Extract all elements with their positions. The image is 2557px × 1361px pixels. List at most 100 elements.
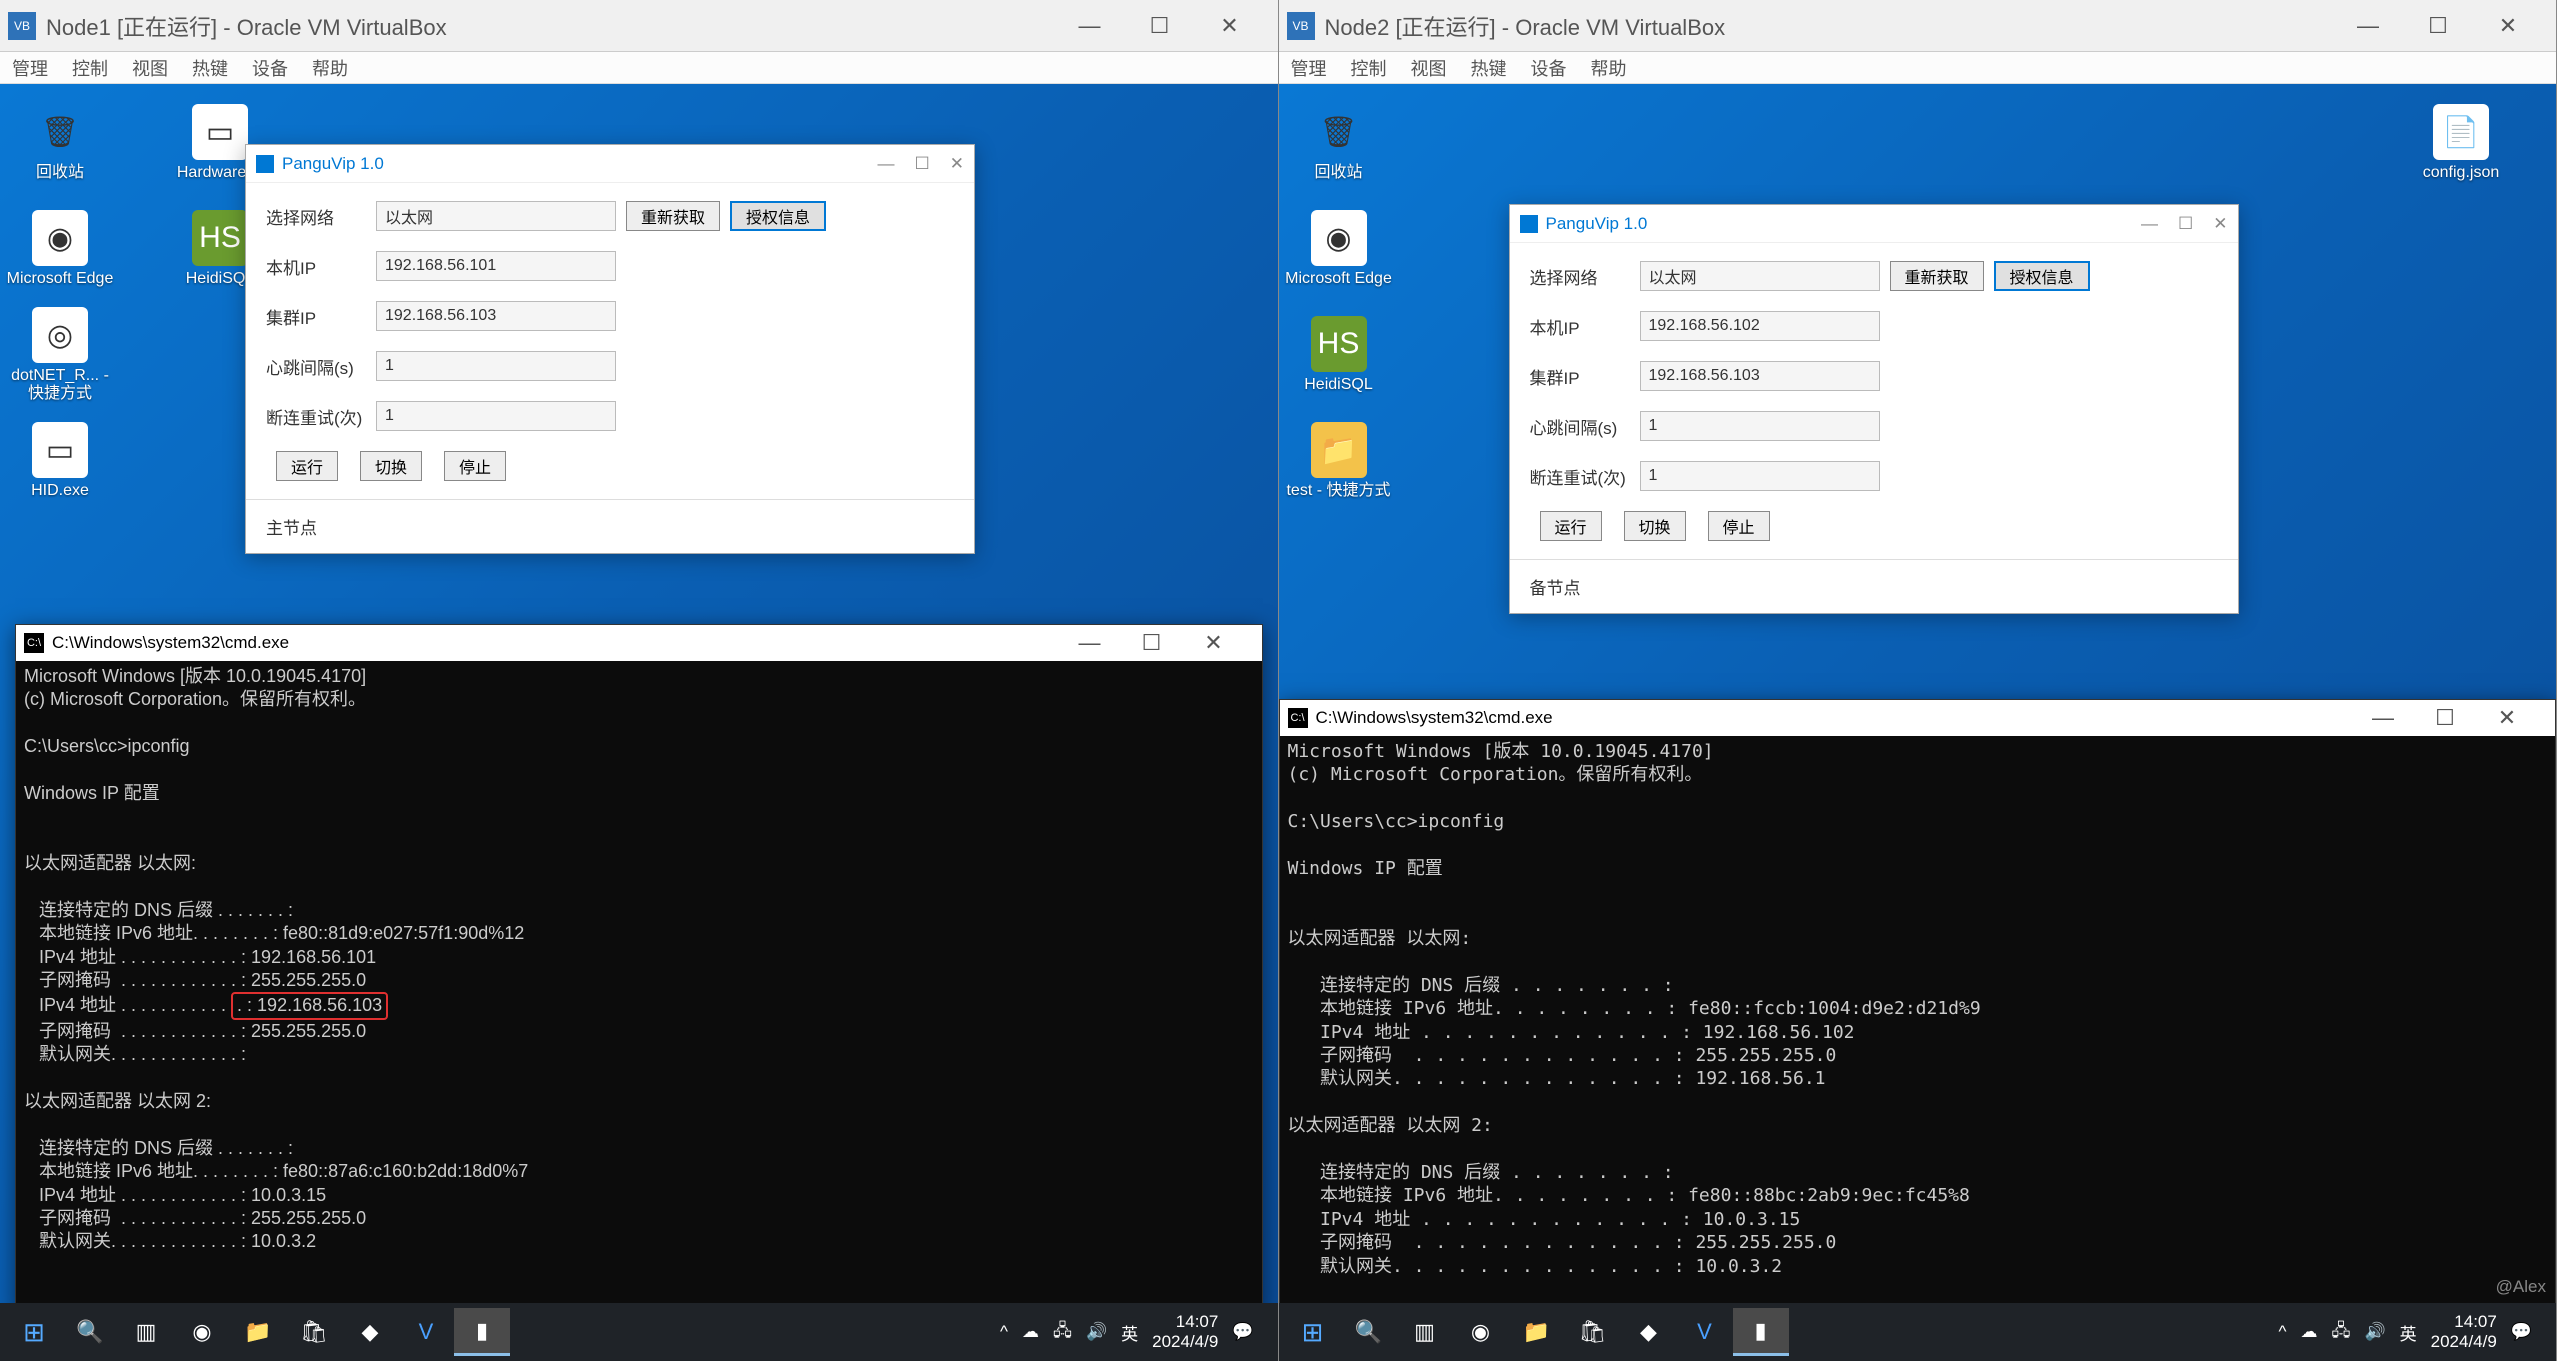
stop-button[interactable]: 停止 <box>1708 511 1770 541</box>
tray-onedrive-icon[interactable]: ☁ <box>2301 1322 2318 1342</box>
close-button[interactable]: ✕ <box>2488 13 2528 39</box>
taskbar[interactable]: ⊞ 🔍 ▥ ◉ 📁 🛍 ◆ V ▮ ^ ☁ 🖧 🔊 英 14:07 2024/4… <box>1279 1303 2557 1361</box>
local-ip-input[interactable] <box>376 251 616 281</box>
maximize-button[interactable]: ☐ <box>2418 13 2458 39</box>
minimize-button[interactable]: — <box>2363 705 2403 731</box>
heartbeat-input[interactable] <box>376 351 616 381</box>
system-tray[interactable]: ^ ☁ 🖧 🔊 英 14:07 2024/4/9 💬 <box>1000 1312 1271 1353</box>
desktop-icon-recyclebin[interactable]: 🗑回收站 <box>5 94 115 192</box>
desktop-icon-edge[interactable]: ◉Microsoft Edge <box>5 200 115 298</box>
cmd-output[interactable]: Microsoft Windows [版本 10.0.19045.4170] (… <box>1280 736 2556 1313</box>
taskbar-heidisql-icon[interactable]: ◆ <box>1621 1308 1677 1356</box>
desktop-icon-heidisql[interactable]: HSHeidiSQL <box>1284 306 1394 404</box>
desktop-icon-dotnet[interactable]: ◎dotNET_R... -快捷方式 <box>5 306 115 404</box>
minimize-button[interactable]: — <box>2141 214 2158 234</box>
switch-button[interactable]: 切换 <box>1624 511 1686 541</box>
retry-input[interactable] <box>1640 461 1880 491</box>
menu-manage[interactable]: 管理 <box>12 55 48 81</box>
desktop-icon-test-folder[interactable]: 📁test - 快捷方式 <box>1284 412 1394 510</box>
tray-expand-icon[interactable]: ^ <box>2279 1322 2287 1342</box>
task-view-icon[interactable]: ▥ <box>118 1308 174 1356</box>
taskbar-cmd-icon[interactable]: ▮ <box>1733 1308 1789 1356</box>
taskbar-edge-icon[interactable]: ◉ <box>174 1308 230 1356</box>
menu-manage[interactable]: 管理 <box>1291 55 1327 81</box>
panguvip-titlebar[interactable]: PanguVip 1.0 — ☐ ✕ <box>1510 205 2238 243</box>
vb-titlebar[interactable]: VB Node1 [正在运行] - Oracle VM VirtualBox —… <box>0 0 1278 52</box>
tray-network-icon[interactable]: 🖧 <box>2332 1318 2351 1347</box>
taskbar-explorer-icon[interactable]: 📁 <box>230 1308 286 1356</box>
maximize-button[interactable]: ☐ <box>1132 630 1172 656</box>
network-select[interactable] <box>1640 261 1880 291</box>
menu-view[interactable]: 视图 <box>132 55 168 81</box>
minimize-button[interactable]: — <box>2348 13 2388 39</box>
taskbar-store-icon[interactable]: 🛍 <box>286 1308 342 1356</box>
refresh-button[interactable]: 重新获取 <box>626 201 720 231</box>
start-button[interactable]: ⊞ <box>1285 1308 1341 1356</box>
vb-titlebar[interactable]: VB Node2 [正在运行] - Oracle VM VirtualBox —… <box>1279 0 2557 52</box>
run-button[interactable]: 运行 <box>1540 511 1602 541</box>
desktop-icon-hid[interactable]: ▭HID.exe <box>5 412 115 510</box>
refresh-button[interactable]: 重新获取 <box>1890 261 1984 291</box>
notification-icon[interactable]: 💬 <box>1232 1322 1253 1342</box>
guest-desktop[interactable]: 🗑回收站 ◉Microsoft Edge ◎dotNET_R... -快捷方式 … <box>0 84 1278 1361</box>
auth-info-button[interactable]: 授权信息 <box>1994 261 2090 291</box>
notification-icon[interactable]: 💬 <box>2511 1322 2532 1342</box>
cluster-ip-input[interactable] <box>1640 361 1880 391</box>
menu-help[interactable]: 帮助 <box>1591 55 1627 81</box>
cmd-window[interactable]: C:\ C:\Windows\system32\cmd.exe — ☐ ✕ Mi… <box>1279 699 2557 1314</box>
switch-button[interactable]: 切换 <box>360 451 422 481</box>
auth-info-button[interactable]: 授权信息 <box>730 201 826 231</box>
taskbar-explorer-icon[interactable]: 📁 <box>1509 1308 1565 1356</box>
tray-sound-icon[interactable]: 🔊 <box>2364 1322 2385 1342</box>
close-button[interactable]: ✕ <box>1210 13 1250 39</box>
tray-expand-icon[interactable]: ^ <box>1000 1322 1008 1342</box>
panguvip-window[interactable]: PanguVip 1.0 — ☐ ✕ 选择网络 重新获取 授权信息 本机IP <box>1509 204 2239 614</box>
minimize-button[interactable]: — <box>1070 13 1110 39</box>
taskbar-heidisql-icon[interactable]: ◆ <box>342 1308 398 1356</box>
taskbar[interactable]: ⊞ 🔍 ▥ ◉ 📁 🛍 ◆ V ▮ ^ ☁ 🖧 🔊 英 14:07 2024/4… <box>0 1303 1278 1361</box>
menu-help[interactable]: 帮助 <box>312 55 348 81</box>
cmd-titlebar[interactable]: C:\ C:\Windows\system32\cmd.exe — ☐ ✕ <box>1280 700 2556 736</box>
minimize-button[interactable]: — <box>1070 630 1110 656</box>
desktop-icon-edge[interactable]: ◉Microsoft Edge <box>1284 200 1394 298</box>
menu-hotkeys[interactable]: 热键 <box>192 55 228 81</box>
cmd-window[interactable]: C:\ C:\Windows\system32\cmd.exe — ☐ ✕ Mi… <box>15 624 1263 1314</box>
cmd-titlebar[interactable]: C:\ C:\Windows\system32\cmd.exe — ☐ ✕ <box>16 625 1262 661</box>
menu-control[interactable]: 控制 <box>72 55 108 81</box>
taskbar-panguvip-icon[interactable]: V <box>1677 1308 1733 1356</box>
taskbar-store-icon[interactable]: 🛍 <box>1565 1308 1621 1356</box>
maximize-button[interactable]: ☐ <box>2425 705 2465 731</box>
tray-onedrive-icon[interactable]: ☁ <box>1022 1322 1039 1342</box>
close-button[interactable]: ✕ <box>2213 214 2227 234</box>
cmd-output[interactable]: Microsoft Windows [版本 10.0.19045.4170] (… <box>16 661 1262 1313</box>
maximize-button[interactable]: ☐ <box>915 154 930 174</box>
desktop-icon-configjson[interactable]: 📄config.json <box>2406 94 2516 192</box>
search-icon[interactable]: 🔍 <box>1341 1308 1397 1356</box>
guest-desktop[interactable]: 🗑回收站 ◉Microsoft Edge HSHeidiSQL 📁test - … <box>1279 84 2557 1361</box>
close-button[interactable]: ✕ <box>1194 630 1234 656</box>
retry-input[interactable] <box>376 401 616 431</box>
maximize-button[interactable]: ☐ <box>2178 214 2193 234</box>
heartbeat-input[interactable] <box>1640 411 1880 441</box>
close-button[interactable]: ✕ <box>2487 705 2527 731</box>
taskbar-cmd-icon[interactable]: ▮ <box>454 1308 510 1356</box>
tray-sound-icon[interactable]: 🔊 <box>1086 1322 1107 1342</box>
stop-button[interactable]: 停止 <box>444 451 506 481</box>
cluster-ip-input[interactable] <box>376 301 616 331</box>
desktop-icon-recyclebin[interactable]: 🗑回收站 <box>1284 94 1394 192</box>
menu-devices[interactable]: 设备 <box>1531 55 1567 81</box>
taskbar-clock[interactable]: 14:07 2024/4/9 <box>1152 1312 1218 1353</box>
tray-ime[interactable]: 英 <box>1121 1320 1138 1345</box>
local-ip-input[interactable] <box>1640 311 1880 341</box>
menu-control[interactable]: 控制 <box>1351 55 1387 81</box>
close-button[interactable]: ✕ <box>950 154 964 174</box>
search-icon[interactable]: 🔍 <box>62 1308 118 1356</box>
start-button[interactable]: ⊞ <box>6 1308 62 1356</box>
panguvip-window[interactable]: PanguVip 1.0 — ☐ ✕ 选择网络 重新获取 授权信息 本机IP <box>245 144 975 554</box>
taskbar-edge-icon[interactable]: ◉ <box>1453 1308 1509 1356</box>
panguvip-titlebar[interactable]: PanguVip 1.0 — ☐ ✕ <box>246 145 974 183</box>
minimize-button[interactable]: — <box>878 154 895 174</box>
taskbar-panguvip-icon[interactable]: V <box>398 1308 454 1356</box>
menu-hotkeys[interactable]: 热键 <box>1471 55 1507 81</box>
menu-devices[interactable]: 设备 <box>252 55 288 81</box>
